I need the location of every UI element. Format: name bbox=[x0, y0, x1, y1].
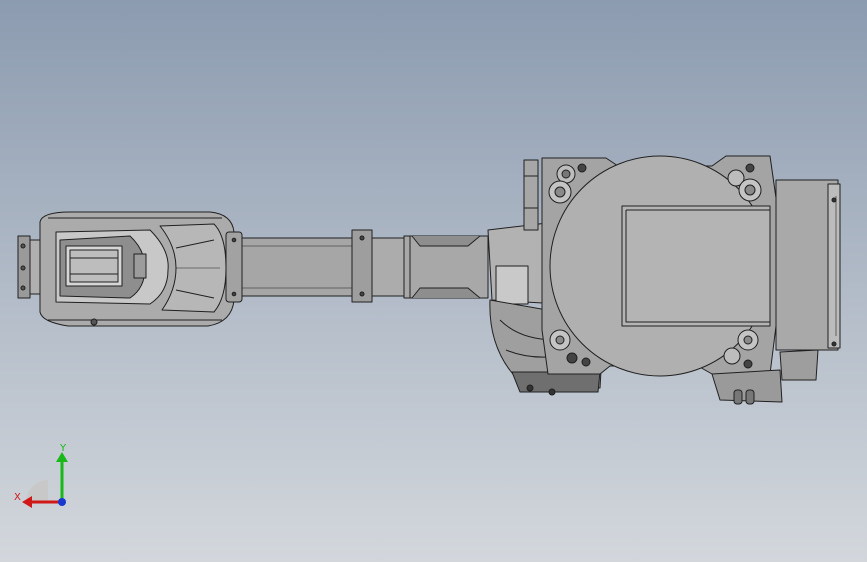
orientation-triad: Y X bbox=[14, 443, 68, 508]
graphics-viewport[interactable]: Y X bbox=[0, 0, 867, 562]
z-axis bbox=[58, 498, 66, 506]
y-axis-label: Y bbox=[59, 443, 67, 454]
forearm-tube[interactable] bbox=[241, 229, 489, 303]
wrist-assembly[interactable] bbox=[17, 211, 243, 327]
elbow-motor-shadow bbox=[511, 371, 601, 393]
arm-coupling bbox=[351, 229, 373, 303]
cover-plate bbox=[621, 205, 771, 327]
base-assembly[interactable] bbox=[541, 155, 841, 405]
x-axis-label: X bbox=[14, 492, 21, 503]
robot-arm-model[interactable] bbox=[0, 0, 867, 562]
